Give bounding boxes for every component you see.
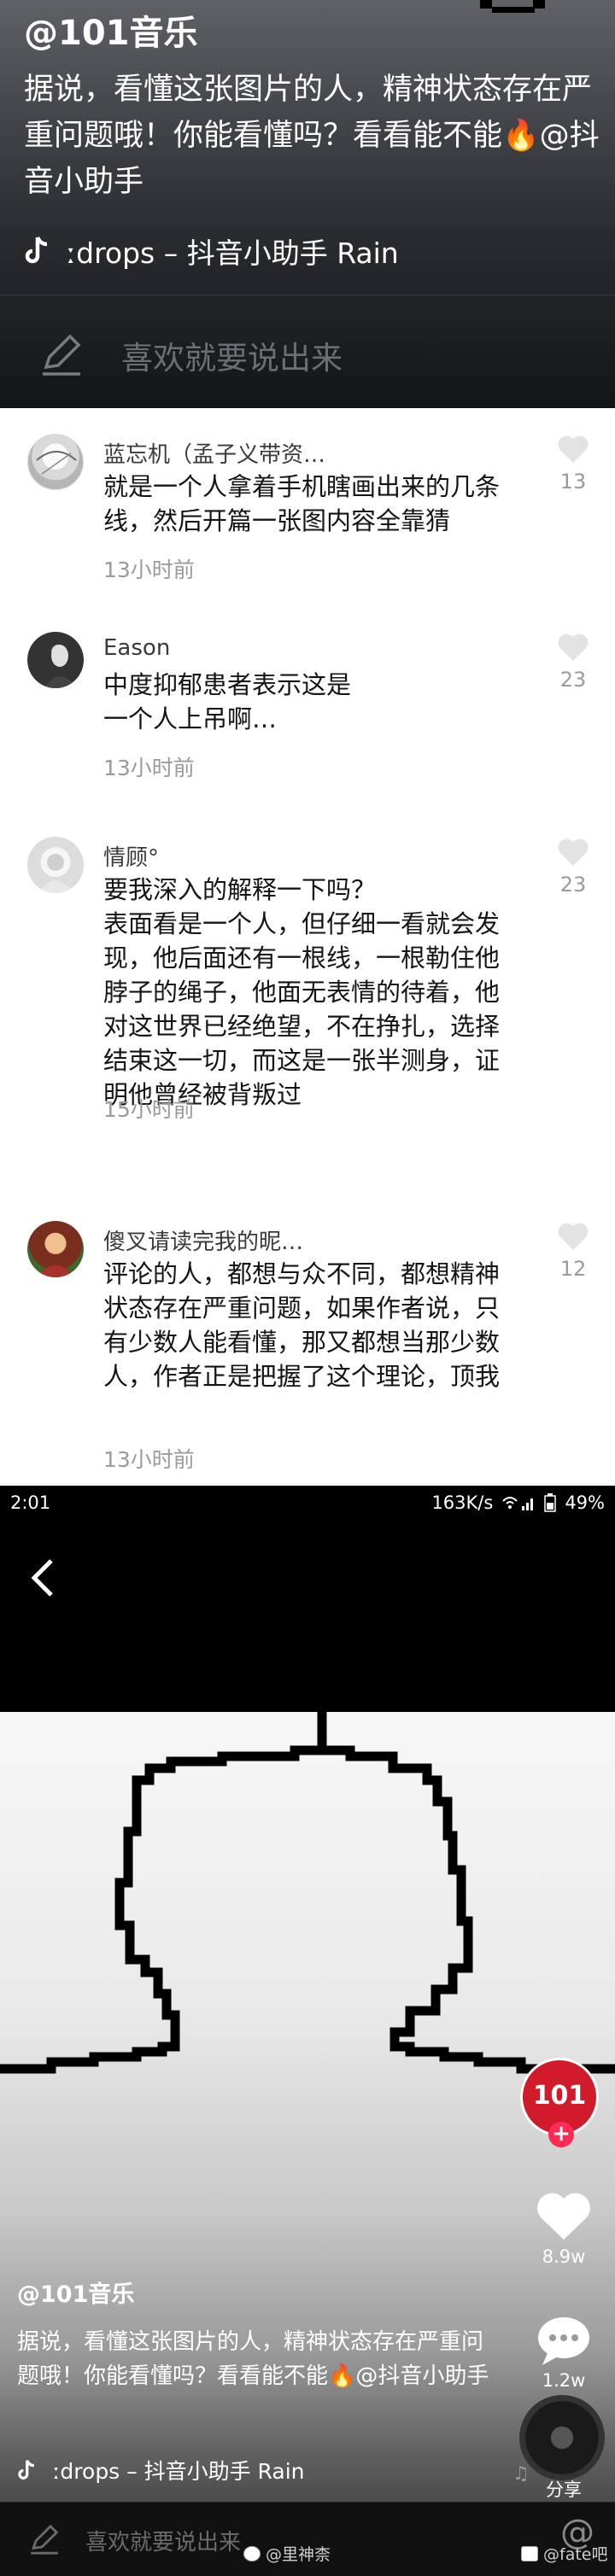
avatar[interactable] <box>27 434 84 490</box>
phone-screenshot: 2:01 163K/s 49% 101 + 8.9w 1.2w 分享 @101音… <box>0 1486 615 2576</box>
comment-time: 13小时前 <box>103 1447 195 1472</box>
comment-text: 评论的人，都想与众不同，都想精神状态存在严重问题，如果作者说，只有少数人能看懂，… <box>103 1259 501 1391</box>
comment-input-placeholder: 喜欢就要说出来 <box>121 340 343 377</box>
status-bar: 2:01 163K/s 49% <box>0 1486 615 1520</box>
follow-plus-icon[interactable]: + <box>548 2122 574 2147</box>
comment-button[interactable]: 1.2w <box>530 2314 598 2391</box>
comment-username[interactable]: Eason <box>103 635 170 661</box>
heart-icon <box>558 435 589 463</box>
comment-time: 13小时前 <box>103 558 195 582</box>
heart-icon <box>558 634 589 661</box>
like-count: 23 <box>559 668 587 692</box>
watermark-right: @fate吧 <box>521 2542 607 2565</box>
heart-icon <box>537 2193 590 2240</box>
battery-level: 49% <box>565 1492 605 1513</box>
video-author[interactable]: @101音乐 <box>17 2275 134 2309</box>
battery-icon <box>544 1493 557 1512</box>
music-title: ːdrops – 抖音小助手 Rain <box>53 2459 305 2484</box>
comment-list: 蓝忘机（孟子义带资… 就是一个人拿着手机瞎画出来的几条线，然后开篇一张图内容全靠… <box>0 408 615 1486</box>
like-count: 13 <box>559 470 587 494</box>
comment-input-placeholder: 喜欢就要说出来 <box>85 2530 242 2556</box>
avatar[interactable] <box>27 1221 84 1277</box>
screenshot-collage: { "top_video": { "author": "@101音乐", "ca… <box>0 0 615 2576</box>
comment-username[interactable]: 蓝忘机（孟子义带资… <box>103 437 325 469</box>
comment-time: 15小时前 <box>103 1097 195 1122</box>
like-button[interactable]: 8.9w <box>530 2190 598 2267</box>
like-count: 8.9w <box>542 2246 586 2267</box>
watermark-left-text: @里神柰 <box>266 2545 331 2564</box>
comment-text: 就是一个人拿着手机瞎画出来的几条线，然后开篇一张图内容全靠猜 <box>103 472 501 535</box>
like-count: 23 <box>559 873 587 897</box>
top-video-panel: @101音乐 据说，看懂这张图片的人，精神状态存在严重问题哦！你能看懂吗？看看能… <box>0 0 615 408</box>
music-title: ːdrops – 抖音小助手 Rain <box>67 237 399 270</box>
comment-bubble-icon <box>538 2317 589 2365</box>
pencil-icon <box>31 2524 59 2555</box>
signal-wifi-icon <box>502 1497 534 1510</box>
watermark-right-text: @fate吧 <box>543 2545 608 2564</box>
network-speed: 163K/s <box>431 1492 494 1513</box>
video-caption: 据说，看懂这张图片的人，精神状态存在严重问题哦！你能看懂吗？看看能不能🔥@抖音小… <box>17 2329 489 2389</box>
comment-text: 中度抑郁患者表示这是一个人上吊啊… <box>103 670 352 733</box>
pencil-icon <box>43 334 81 376</box>
like-count: 12 <box>559 1257 587 1281</box>
video-caption: 据说，看懂这张图片的人，精神状态存在严重问题哦！你能看懂吗？看看能不能🔥@抖音小… <box>24 73 600 199</box>
tiktok-note-icon <box>17 2459 36 2482</box>
video-author[interactable]: @101音乐 <box>24 5 198 55</box>
like-button[interactable]: 12 <box>554 1221 593 1281</box>
watermark-left: @里神柰 <box>243 2542 331 2565</box>
heart-icon <box>558 1223 589 1250</box>
comment-input-bar[interactable]: 喜欢就要说出来 <box>0 295 615 408</box>
figure-fragment <box>480 0 548 17</box>
music-marquee[interactable]: ːdrops – 抖音小助手 Rain <box>17 2455 325 2485</box>
like-button[interactable]: 23 <box>554 632 593 692</box>
weibo-logo-icon <box>243 2545 261 2561</box>
comment-text: 要我深入的解释一下吗？ 表面看是一个人，但仔细一看就会发现，他后面还有一根线，一… <box>103 875 501 1109</box>
music-marquee[interactable]: ːdrops – 抖音小助手 Rain <box>24 231 468 272</box>
tiktok-note-icon <box>24 236 50 266</box>
like-button[interactable]: 13 <box>554 434 593 494</box>
comment-count: 1.2w <box>542 2370 586 2391</box>
status-time: 2:01 <box>10 1492 51 1513</box>
back-arrow-icon[interactable] <box>26 1554 60 1602</box>
heart-icon <box>558 838 589 866</box>
avatar[interactable] <box>27 632 84 688</box>
tieba-logo-icon <box>521 2545 538 2561</box>
comment-username[interactable]: 傻叉请读完我的昵… <box>103 1224 303 1256</box>
comment-time: 13小时前 <box>103 756 195 780</box>
video-frame[interactable]: 101 + 8.9w 1.2w 分享 @101音乐 据说，看懂这张图片的人，精神… <box>0 1712 615 2576</box>
music-disc-icon[interactable] <box>519 2395 605 2480</box>
music-note-icon: ♫ <box>512 2463 530 2485</box>
avatar[interactable] <box>27 837 84 893</box>
comment-username[interactable]: 情顾° <box>103 840 159 872</box>
like-button[interactable]: 23 <box>554 837 593 897</box>
pixel-figure <box>0 1712 615 2074</box>
